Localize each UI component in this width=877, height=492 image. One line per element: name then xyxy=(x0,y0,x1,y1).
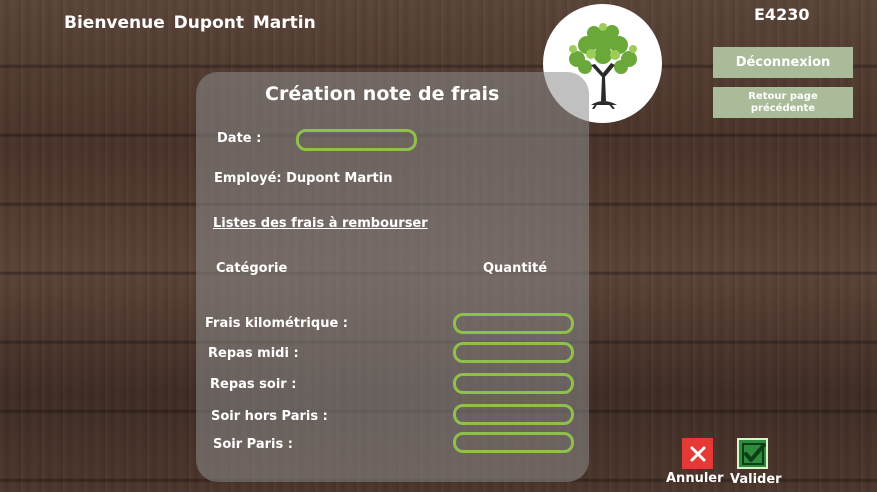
cancel-label[interactable]: Annuler xyxy=(666,471,724,486)
date-label: Date : xyxy=(217,131,262,146)
logout-button[interactable]: Déconnexion xyxy=(713,47,853,78)
validate-button[interactable] xyxy=(737,438,768,469)
close-icon xyxy=(690,446,705,461)
expenses-list-link[interactable]: Listes des frais à rembourser xyxy=(213,216,428,231)
repas-midi-field[interactable] xyxy=(453,342,574,363)
row-label-soir-paris: Soir Paris : xyxy=(213,437,293,452)
back-label-line2: précédente xyxy=(750,102,816,114)
row-label-soir-hors-paris: Soir hors Paris : xyxy=(211,409,328,424)
soir-paris-field[interactable] xyxy=(453,432,574,453)
welcome-text: Bienvenue Dupont Martin xyxy=(64,13,316,33)
category-header: Catégorie xyxy=(216,261,288,276)
form-title: Création note de frais xyxy=(265,83,500,105)
row-label-repas-midi: Repas midi : xyxy=(208,346,299,361)
employee-label: Employé: Dupont Martin xyxy=(214,171,393,186)
back-button[interactable]: Retour page précédente xyxy=(713,87,853,118)
validate-label[interactable]: Valider xyxy=(730,472,782,487)
checkmark-icon xyxy=(741,442,766,465)
back-label-line1: Retour page xyxy=(748,90,818,102)
row-label-frais-kilometrique: Frais kilométrique : xyxy=(205,316,348,331)
cancel-button[interactable] xyxy=(682,438,713,469)
repas-soir-field[interactable] xyxy=(453,373,574,394)
user-code: E4230 xyxy=(754,5,810,24)
row-label-repas-soir: Repas soir : xyxy=(210,377,297,392)
quantity-header: Quantité xyxy=(483,261,548,276)
date-field[interactable] xyxy=(296,129,417,151)
frais-kilometrique-field[interactable] xyxy=(453,313,574,334)
soir-hors-paris-field[interactable] xyxy=(453,404,574,425)
